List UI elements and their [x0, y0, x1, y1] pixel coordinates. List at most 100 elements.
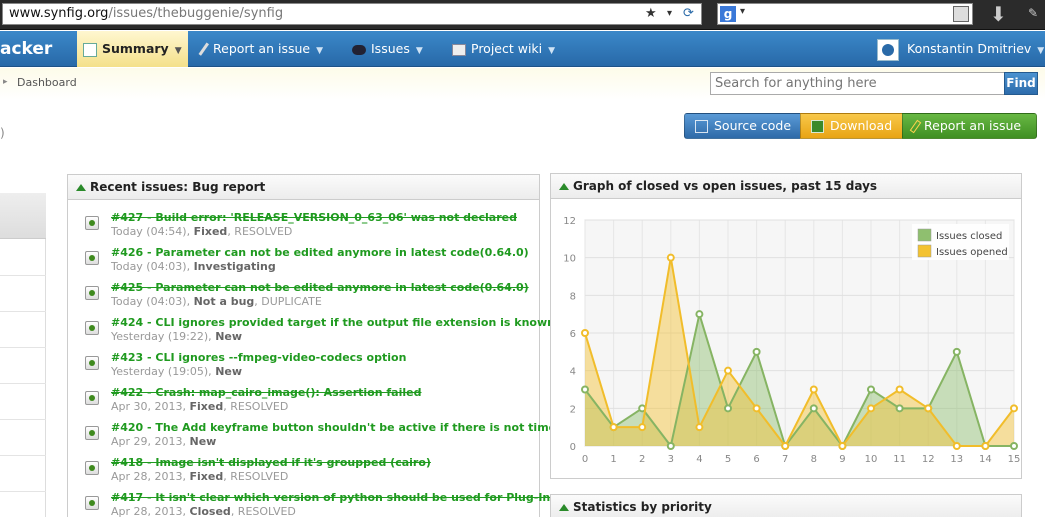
find-button[interactable]: Find — [1004, 72, 1038, 95]
data-point[interactable] — [724, 404, 732, 413]
data-point[interactable] — [609, 423, 618, 432]
data-point[interactable] — [809, 404, 818, 413]
browser-toolbar: www.synfig.org/issues/thebuggenie/synfig… — [0, 0, 1045, 30]
y-tick-label: 6 — [570, 329, 576, 340]
chevron-down-icon[interactable]: ▼ — [1037, 46, 1044, 56]
nav-user-menu[interactable]: Konstantin Dmitriev ▼ — [877, 31, 1044, 67]
chevron-down-icon[interactable]: ▼ — [548, 46, 555, 56]
breadcrumb[interactable]: Dashboard — [17, 76, 77, 89]
issue-meta: Apr 28, 2013, Closed, RESOLVED — [111, 505, 296, 517]
issue-title-link[interactable]: #423 - CLI ignores --fmpeg-video-codecs … — [111, 351, 406, 364]
nav-issues-label: Issues — [371, 41, 410, 56]
x-tick-label: 14 — [979, 454, 992, 465]
x-tick-label: 9 — [839, 454, 845, 465]
panel-header[interactable]: Recent issues: Bug report — [68, 175, 539, 200]
data-point[interactable] — [867, 404, 875, 413]
search-engine-dropdown-icon[interactable]: ▾ — [740, 6, 745, 17]
bookmark-star-icon[interactable]: ★ — [645, 4, 657, 24]
google-icon[interactable]: g — [720, 6, 736, 22]
data-point[interactable] — [781, 442, 790, 450]
browser-search-bar[interactable]: g ▾ — [717, 3, 973, 25]
data-point[interactable] — [695, 310, 704, 319]
issue-time: Today (04:54), — [111, 225, 191, 238]
data-point[interactable] — [666, 253, 675, 262]
data-point[interactable] — [809, 385, 818, 394]
history-dropdown-icon[interactable]: ▾ — [667, 4, 672, 24]
data-point[interactable] — [867, 385, 875, 394]
bug-report-icon — [85, 286, 99, 300]
download-arrow-icon[interactable]: ⬇ — [990, 3, 1007, 25]
issue-title-link[interactable]: #417 - It isn't clear which version of p… — [111, 491, 557, 504]
data-point[interactable] — [581, 329, 589, 337]
collapse-triangle-icon[interactable] — [76, 184, 86, 191]
nav-report-issue[interactable]: Report an issue ▼ — [198, 31, 323, 67]
data-point[interactable] — [838, 442, 847, 450]
binoculars-icon — [352, 44, 366, 55]
report-issue-button[interactable]: Report an issue — [902, 113, 1037, 139]
legend-swatch — [917, 228, 932, 242]
data-point[interactable] — [895, 385, 904, 394]
issue-title-link[interactable]: #420 - The Add keyframe button shouldn't… — [111, 421, 579, 434]
x-tick-label: 0 — [582, 454, 588, 465]
issue-resolution: , RESOLVED — [230, 505, 296, 517]
data-point[interactable] — [952, 347, 961, 356]
x-tick-label: 11 — [893, 454, 906, 465]
issue-status: Closed — [189, 505, 231, 517]
x-tick-label: 12 — [922, 454, 935, 465]
issue-resolution: , RESOLVED — [227, 225, 293, 238]
panel-header[interactable]: Graph of closed vs open issues, past 15 … — [551, 174, 1021, 199]
nav-project-wiki[interactable]: Project wiki ▼ — [452, 31, 555, 67]
x-tick-label: 2 — [639, 454, 645, 465]
nav-issues[interactable]: Issues ▼ — [352, 31, 423, 67]
data-point[interactable] — [981, 442, 990, 450]
y-tick-label: 4 — [570, 367, 576, 378]
chevron-down-icon[interactable]: ▼ — [316, 46, 323, 56]
data-point[interactable] — [724, 366, 732, 375]
data-point[interactable] — [752, 404, 761, 413]
source-code-button[interactable]: Source code — [684, 113, 801, 139]
issue-title-link[interactable]: #426 - Parameter can not be edited anymo… — [111, 246, 529, 259]
data-point[interactable] — [1010, 404, 1018, 413]
wrench-icon[interactable]: ✎ — [1028, 6, 1038, 20]
panel-header[interactable]: Statistics by priority — [551, 495, 1021, 517]
issue-meta: Apr 30, 2013, Fixed, RESOLVED — [111, 400, 288, 413]
y-tick-label: 10 — [563, 254, 576, 265]
chevron-down-icon[interactable]: ▼ — [416, 46, 423, 56]
chevron-down-icon[interactable]: ▼ — [175, 46, 182, 56]
url-host: www.synfig.org — [9, 6, 109, 21]
issue-title-link[interactable]: #418 - Image isn't displayed if it's gro… — [111, 456, 431, 469]
data-point[interactable] — [895, 404, 904, 413]
data-point[interactable] — [1010, 442, 1018, 450]
data-point[interactable] — [581, 385, 589, 394]
search-input[interactable] — [710, 72, 1005, 95]
issue-title-link[interactable]: #427 - Build error: 'RELEASE_VERSION_0_6… — [111, 211, 517, 224]
collapse-triangle-icon[interactable] — [559, 504, 569, 511]
x-tick-label: 5 — [725, 454, 731, 465]
truncated-text: ) — [0, 126, 5, 140]
issue-meta: Apr 28, 2013, Fixed, RESOLVED — [111, 470, 288, 483]
y-tick-label: 0 — [570, 442, 576, 453]
collapse-triangle-icon[interactable] — [559, 183, 569, 190]
data-point[interactable] — [638, 423, 647, 432]
recent-issues-panel: Recent issues: Bug report #427 - Build e… — [67, 174, 579, 517]
data-point[interactable] — [952, 442, 961, 450]
data-point[interactable] — [695, 423, 704, 432]
data-point[interactable] — [924, 404, 933, 413]
issue-status: Not a bug — [193, 295, 255, 308]
issue-title-link[interactable]: #422 - Crash: map_cairo_image(): Asserti… — [111, 386, 421, 399]
brand-title[interactable]: acker — [0, 31, 52, 67]
issue-title-link[interactable]: #425 - Parameter can not be edited anymo… — [111, 281, 529, 294]
address-bar[interactable]: www.synfig.org/issues/thebuggenie/synfig… — [2, 3, 702, 25]
data-point[interactable] — [666, 442, 675, 450]
reload-icon[interactable]: ⟳ — [683, 4, 694, 24]
data-point[interactable] — [752, 347, 761, 356]
x-tick-label: 15 — [1008, 454, 1021, 465]
download-button[interactable]: Download — [800, 113, 903, 139]
magnifier-icon[interactable] — [953, 6, 969, 22]
graph-panel: Graph of closed vs open issues, past 15 … — [550, 173, 1022, 479]
nav-summary[interactable]: Summary ▼ — [77, 31, 188, 67]
issue-title-link[interactable]: #424 - CLI ignores provided target if th… — [111, 316, 555, 329]
issue-meta: Today (04:03), Investigating — [111, 260, 276, 273]
url-path: /issues/thebuggenie/synfig — [108, 6, 284, 21]
issue-row: #422 - Crash: map_cairo_image(): Asserti… — [68, 386, 539, 421]
